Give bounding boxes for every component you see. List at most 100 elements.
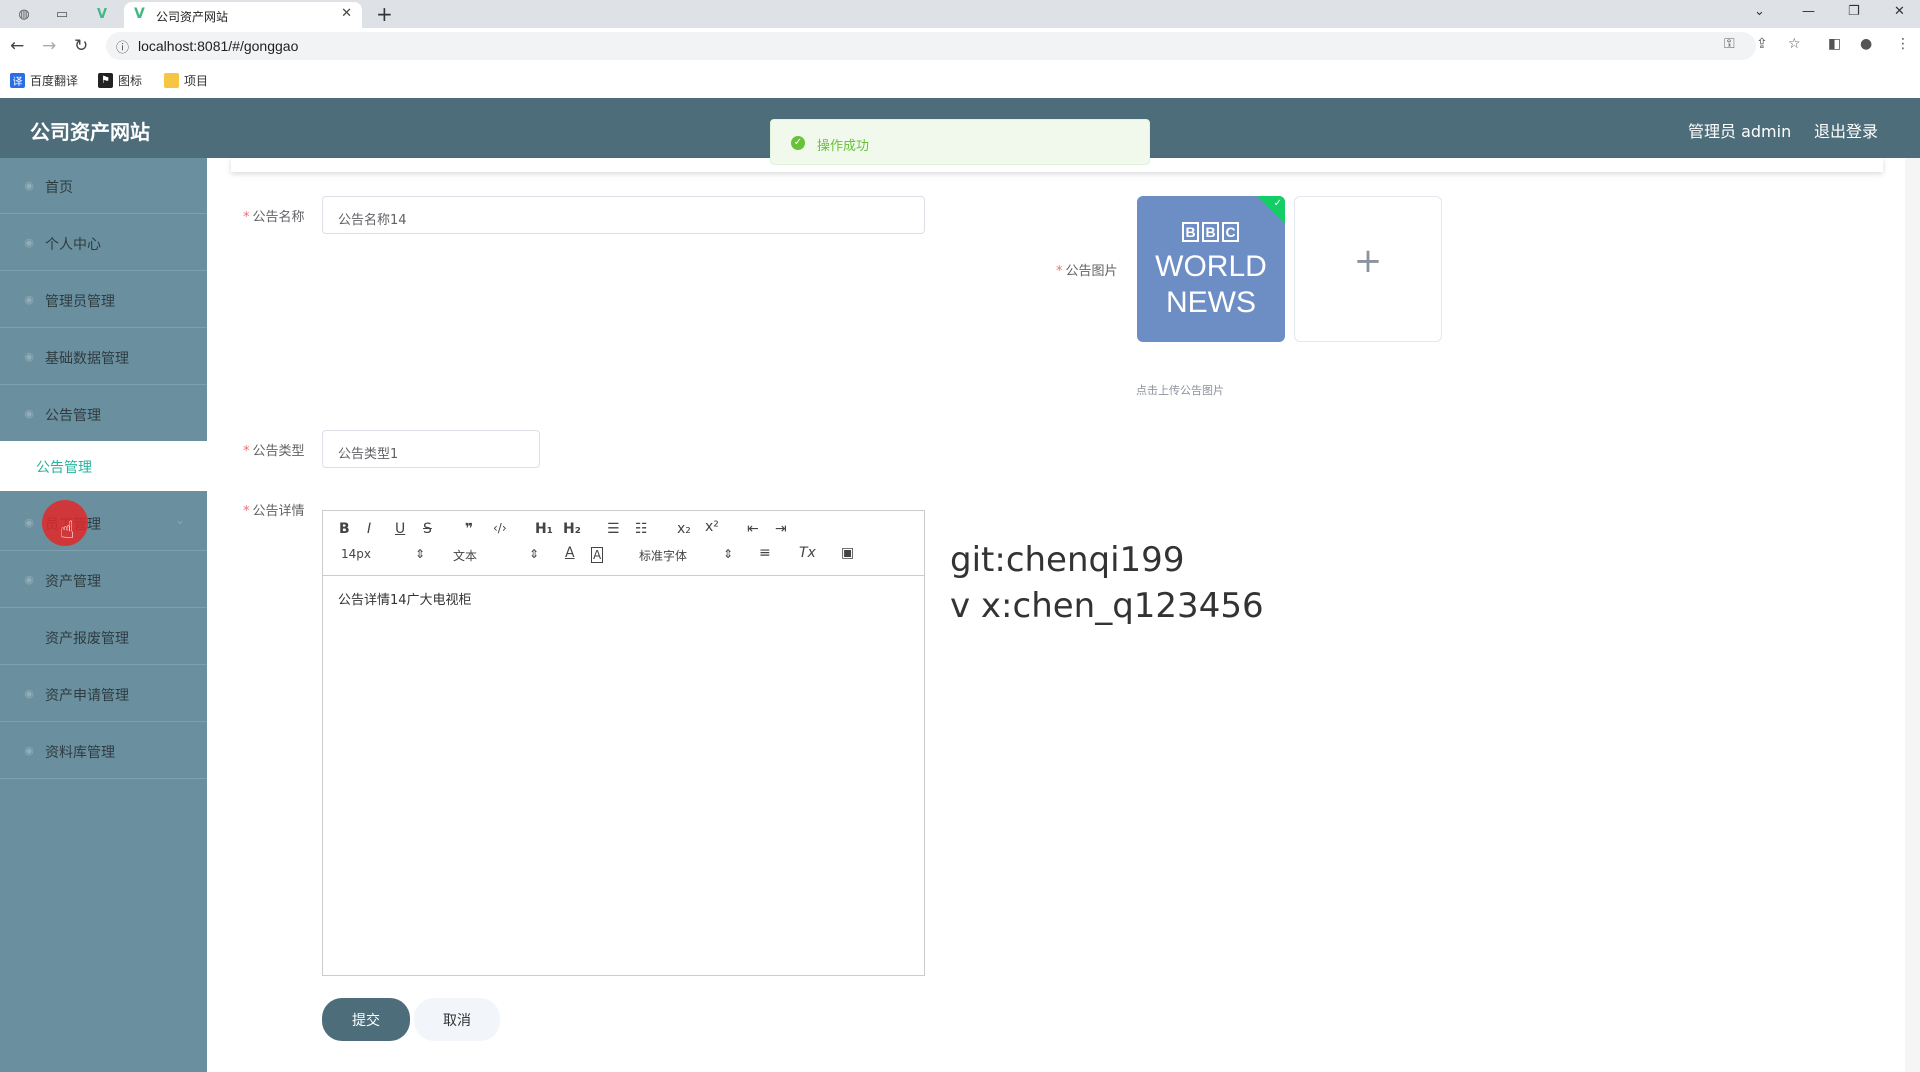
header2-icon[interactable]: H₂ <box>563 521 581 537</box>
notice-name-value: 公告名称14 <box>338 213 407 228</box>
user-icon: ◉ <box>24 236 34 249</box>
admin-icon: ◉ <box>24 293 34 306</box>
toast-message: 操作成功 <box>817 139 870 154</box>
font-color-icon[interactable]: A <box>565 545 575 561</box>
indent-icon[interactable]: ⇥ <box>775 521 787 537</box>
back-arrow-icon[interactable]: ← <box>10 36 24 56</box>
strike-icon[interactable]: S <box>423 521 432 537</box>
bookmark-icons[interactable]: ⚑ 图标 <box>98 72 142 89</box>
info-icon[interactable]: ⓘ <box>116 37 129 56</box>
blank-tab-icon[interactable]: ▭ <box>52 4 72 24</box>
star-icon[interactable]: ☆ <box>1788 36 1801 52</box>
clear-format-icon[interactable]: Tx <box>799 545 816 561</box>
notice-type-label: * 公告类型 <box>243 444 305 459</box>
sidebar-item-home[interactable]: ◉ 首页 <box>0 158 207 214</box>
plus-icon: + <box>1353 241 1383 281</box>
sidebar-item-profile[interactable]: ◉ 个人中心 <box>0 215 207 271</box>
code-block-icon[interactable]: ‹/› <box>493 521 507 535</box>
omnibox[interactable]: ⓘ localhost:8081/#/gonggao <box>106 32 1756 60</box>
share-icon[interactable]: ⇪ <box>1756 36 1768 52</box>
chevron-down-icon: ⌄ <box>338 443 349 457</box>
success-check-icon: ✓ <box>791 136 805 150</box>
notice-icon: ◉ <box>24 407 34 420</box>
subscript-icon[interactable]: x₂ <box>677 521 691 537</box>
bbc-logo: BBC <box>1182 222 1239 242</box>
sidebar-item-notice-group[interactable]: ◉ 公告管理 <box>0 386 207 442</box>
tab-search-icon[interactable]: ⌄ <box>1754 4 1765 19</box>
header1-icon[interactable]: H₁ <box>535 521 553 537</box>
browser-tab-strip: ◍ ▭ V V 公司资产网站 ✕ + ⌄ — ❐ ✕ <box>0 0 1920 28</box>
updown-icon: ⇕ <box>415 547 426 561</box>
ordered-list-icon[interactable]: ☰ <box>607 521 620 537</box>
image-upload-button[interactable]: + <box>1294 196 1442 342</box>
restore-button[interactable]: ❐ <box>1848 4 1860 19</box>
sidebar-item-assets[interactable]: ◉ 资产管理 <box>0 552 207 608</box>
updown-icon: ⇕ <box>529 547 540 561</box>
forward-arrow-icon[interactable]: → <box>42 36 56 56</box>
cancel-button[interactable]: 取消 <box>414 998 500 1041</box>
superscript-icon[interactable]: x² <box>705 519 719 535</box>
sidebar-subitem-notice-active[interactable]: 公告管理 <box>0 441 207 491</box>
vue-icon: V <box>134 6 145 22</box>
underline-icon[interactable]: U <box>395 521 405 537</box>
bookmark-baidu-translate[interactable]: 译 百度翻译 <box>10 72 78 89</box>
notice-type-select[interactable]: 公告类型1 ⌄ <box>322 430 540 468</box>
check-icon: ✓ <box>1273 198 1282 209</box>
notice-name-input[interactable]: 公告名称14 <box>322 196 925 234</box>
sidebar-item-label: 管理员管理 <box>45 294 115 310</box>
close-tab-icon[interactable]: ✕ <box>341 6 352 21</box>
sidebar-item-admin[interactable]: ◉ 管理员管理 <box>0 272 207 328</box>
key-icon[interactable]: ⚿ <box>1724 36 1735 52</box>
sidebar-item-asset-request[interactable]: ◉ 资产申请管理 <box>0 666 207 722</box>
current-user: 管理员 admin <box>1688 122 1792 141</box>
thumb-text-line2: NEWS <box>1166 286 1256 319</box>
header-select[interactable]: 文本 <box>453 547 477 564</box>
logout-link[interactable]: 退出登录 <box>1814 118 1878 142</box>
sidebar-item-library[interactable]: ◉ 资料库管理 <box>0 723 207 779</box>
sidebar-item-label: 资产报废管理 <box>45 631 129 647</box>
active-browser-tab[interactable]: V 公司资产网站 ✕ <box>124 2 362 28</box>
globe-icon[interactable]: ◍ <box>14 4 34 24</box>
submit-button[interactable]: 提交 <box>322 998 410 1041</box>
close-window-button[interactable]: ✕ <box>1894 4 1905 19</box>
library-icon: ◉ <box>24 744 34 757</box>
notice-name-label: * 公告名称 <box>243 210 305 225</box>
profile-icon[interactable]: ● <box>1860 36 1872 52</box>
vue-tab-icon[interactable]: V <box>92 4 112 24</box>
image-icon[interactable]: ▣ <box>841 545 854 561</box>
reload-icon[interactable]: ↻ <box>74 36 88 56</box>
thumb-text-line1: WORLD <box>1155 250 1267 283</box>
menu-dots-icon[interactable]: ⋮ <box>1896 36 1910 52</box>
background-color-icon[interactable]: A <box>591 547 604 563</box>
font-size-select[interactable]: 14px <box>341 547 371 561</box>
sidebar-item-asset-scrap[interactable]: 资产报废管理 <box>0 609 207 665</box>
sidepanel-icon[interactable]: ◧ <box>1828 36 1841 52</box>
hand-cursor-icon: ☝ <box>60 516 75 544</box>
italic-icon[interactable]: I <box>367 521 371 537</box>
blockquote-icon[interactable]: ❞ <box>465 521 473 537</box>
bookmark-label: 项目 <box>184 74 209 88</box>
sidebar: ◉ 首页 ◉ 个人中心 ◉ 管理员管理 ◉ 基础数据管理 ◉ 公告管理 公告管理… <box>0 158 207 1072</box>
uploaded-image-thumbnail[interactable]: BBC WORLD NEWS ✓ <box>1137 196 1285 342</box>
editor-toolbar: B I U S ❞ ‹/› H₁ H₂ ☰ ☷ x₂ x² ⇤ ⇥ 14px ⇕… <box>323 511 924 576</box>
employee-icon: ◉ <box>24 516 34 529</box>
watermark-line1: git:chenqi199 <box>950 540 1185 580</box>
font-family-select[interactable]: 标准字体 <box>639 547 687 564</box>
chevron-down-icon: ⌄ <box>174 513 185 527</box>
new-tab-button[interactable]: + <box>376 2 393 26</box>
sidebar-item-label: 基础数据管理 <box>45 351 129 367</box>
outdent-icon[interactable]: ⇤ <box>747 521 759 537</box>
bold-icon[interactable]: B <box>339 521 350 537</box>
bookmark-project-folder[interactable]: 项目 <box>164 72 208 89</box>
page-scrollbar[interactable] <box>1905 158 1920 1072</box>
minimize-button[interactable]: — <box>1802 4 1815 19</box>
sidebar-item-basic-data[interactable]: ◉ 基础数据管理 <box>0 329 207 385</box>
notice-image-label: * 公告图片 <box>1056 264 1118 279</box>
align-icon[interactable]: ≡ <box>759 545 771 561</box>
rich-text-editor[interactable]: B I U S ❞ ‹/› H₁ H₂ ☰ ☷ x₂ x² ⇤ ⇥ 14px ⇕… <box>322 510 925 976</box>
bookmark-label: 图标 <box>118 74 143 88</box>
sidebar-item-employee[interactable]: ◉ 员工管理 ⌄ <box>0 495 207 551</box>
sidebar-item-label: 资产管理 <box>45 574 101 590</box>
editor-content[interactable]: 公告详情14广大电视柜 <box>338 589 472 608</box>
bullet-list-icon[interactable]: ☷ <box>635 521 648 537</box>
